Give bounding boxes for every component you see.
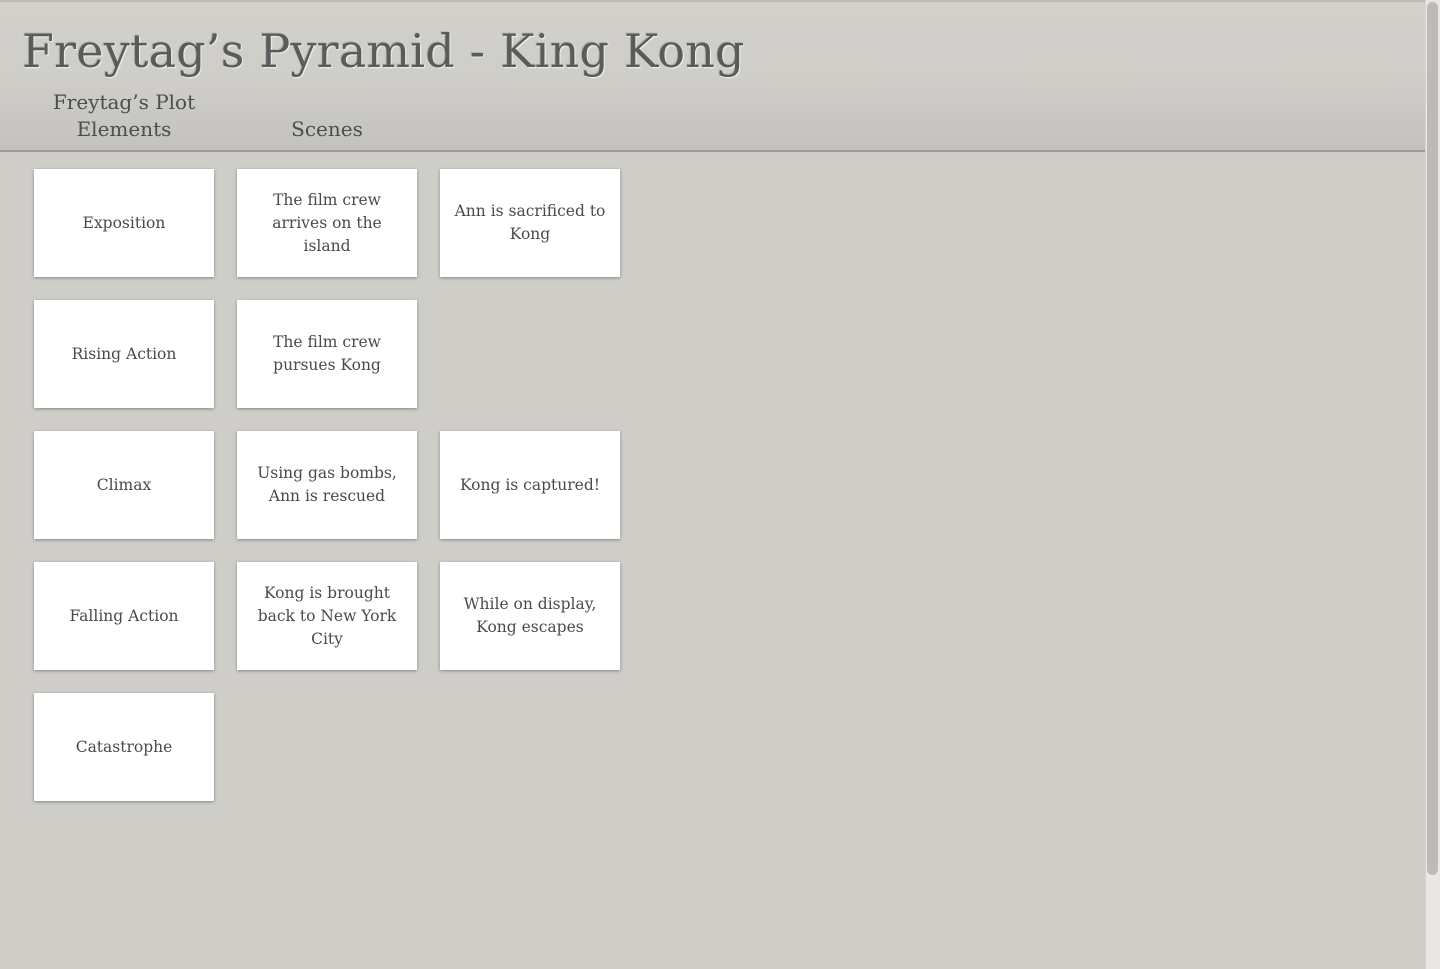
card-label: The film crew arrives on the island	[272, 190, 382, 255]
card-label: Climax	[96, 475, 152, 494]
card-label: Ann is sacrificed to Kong	[454, 202, 606, 243]
card-label: Falling Action	[69, 606, 179, 625]
page-header: Freytag’s Pyramid - King Kong Freytag’s …	[0, 0, 1425, 152]
card-label: Kong is captured!	[460, 475, 600, 494]
card-label: While on display, Kong escapes	[463, 595, 597, 636]
scene-card[interactable]: While on display, Kong escapes	[440, 562, 620, 670]
card-label: Rising Action	[71, 344, 177, 363]
scene-card[interactable]: Using gas bombs, Ann is rescued	[237, 431, 417, 539]
scene-card[interactable]: Ann is sacrificed to Kong	[440, 169, 620, 277]
scene-card[interactable]: Kong is captured!	[440, 431, 620, 539]
vertical-scrollbar-thumb[interactable]	[1427, 2, 1438, 875]
scene-card[interactable]: The film crew pursues Kong	[237, 300, 417, 408]
page-title: Freytag’s Pyramid - King Kong	[22, 24, 745, 78]
plot-element-card-rising-action[interactable]: Rising Action	[34, 300, 214, 408]
plot-element-card-catastrophe[interactable]: Catastrophe	[34, 693, 214, 801]
storyboard-app: Freytag’s Pyramid - King Kong Freytag’s …	[0, 0, 1440, 969]
column-header-scenes: Scenes	[291, 117, 363, 141]
plot-element-card-falling-action[interactable]: Falling Action	[34, 562, 214, 670]
card-label: Exposition	[82, 213, 166, 232]
storyboard-grid: Exposition The film crew arrives on the …	[0, 154, 1425, 969]
card-label: The film crew pursues Kong	[273, 333, 381, 374]
scene-card[interactable]: Kong is brought back to New York City	[237, 562, 417, 670]
scene-card[interactable]: The film crew arrives on the island	[237, 169, 417, 277]
column-header-plot-elements: Freytag’s Plot Elements	[52, 90, 196, 141]
plot-element-card-climax[interactable]: Climax	[34, 431, 214, 539]
card-label: Catastrophe	[75, 737, 173, 756]
card-label: Kong is brought back to New York City	[257, 583, 397, 648]
plot-element-card-exposition[interactable]: Exposition	[34, 169, 214, 277]
card-label: Using gas bombs, Ann is rescued	[257, 464, 397, 505]
